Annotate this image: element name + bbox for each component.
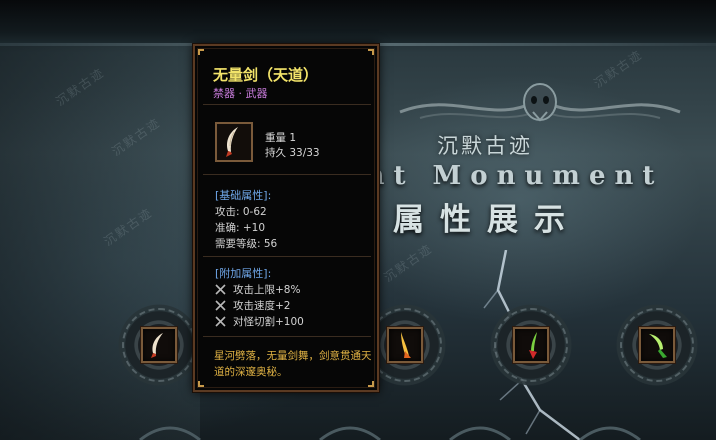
sword-icon (151, 333, 163, 358)
item-durability: 持久 33/33 (265, 147, 320, 159)
weapon-frame (387, 327, 423, 363)
extra-stat: 攻击上限+8% (215, 282, 300, 297)
item-weight: 重量 1 (265, 132, 297, 144)
bottom-ornaments (139, 426, 641, 440)
extra-stat-text: 攻击速度+2 (233, 300, 291, 312)
crossed-swords-icon (215, 284, 226, 295)
base-stat: 攻击: 0-62 (215, 206, 267, 218)
green-sword-icon (529, 332, 537, 359)
crossed-swords-icon (215, 300, 226, 311)
skull-emblem-icon (399, 83, 681, 122)
top-frame (0, 0, 716, 46)
divider (203, 174, 371, 175)
divider (203, 104, 371, 105)
corner-ornament (368, 381, 374, 387)
crossed-swords-icon (215, 316, 226, 327)
weapon-slot-1[interactable] (116, 302, 202, 388)
divider (203, 336, 371, 337)
weapon-frame (513, 327, 549, 363)
weapon-slot-3[interactable] (488, 302, 574, 388)
item-type: 禁器 · 武器 (213, 87, 268, 100)
sword-icon (226, 127, 238, 157)
green-blade-icon (649, 334, 667, 358)
item-name: 无量剑（天道） (213, 66, 319, 84)
corner-ornament (198, 49, 204, 55)
extra-stat: 攻击速度+2 (215, 298, 290, 313)
fire-sword-icon (401, 332, 411, 358)
item-icon-frame (215, 122, 253, 162)
divider (203, 256, 371, 257)
scene-title-showcase: 属性展示 (393, 202, 581, 238)
weapon-frame (639, 327, 675, 363)
corner-ornament (198, 381, 204, 387)
extra-stat-text: 对怪切割+100 (233, 316, 304, 328)
base-stat: 需要等级: 56 (215, 238, 278, 250)
extra-stat-text: 攻击上限+8% (233, 284, 301, 296)
item-description: 星河劈落，无量剑舞，剑意贯通天道的深邃奥秘。 (214, 350, 372, 378)
scene-title-cn: 沉默古迹 (437, 134, 533, 158)
base-attributes-header: [基础属性]: (215, 189, 272, 202)
extra-attributes-header: [附加属性]: (215, 267, 272, 280)
corner-ornament (368, 49, 374, 55)
weapon-slot-4[interactable] (614, 302, 700, 388)
weapon-frame (141, 327, 177, 363)
base-stat: 准确: +10 (215, 222, 266, 234)
item-tooltip: 无量剑（天道） 禁器 · 武器 重量 1 持久 33/33 [基础属性]: 攻击… (193, 44, 379, 392)
scene-title-en: ent Monument (340, 161, 664, 191)
watermark: 沉默古迹 (381, 241, 436, 285)
extra-stat: 对怪切割+100 (215, 314, 304, 329)
